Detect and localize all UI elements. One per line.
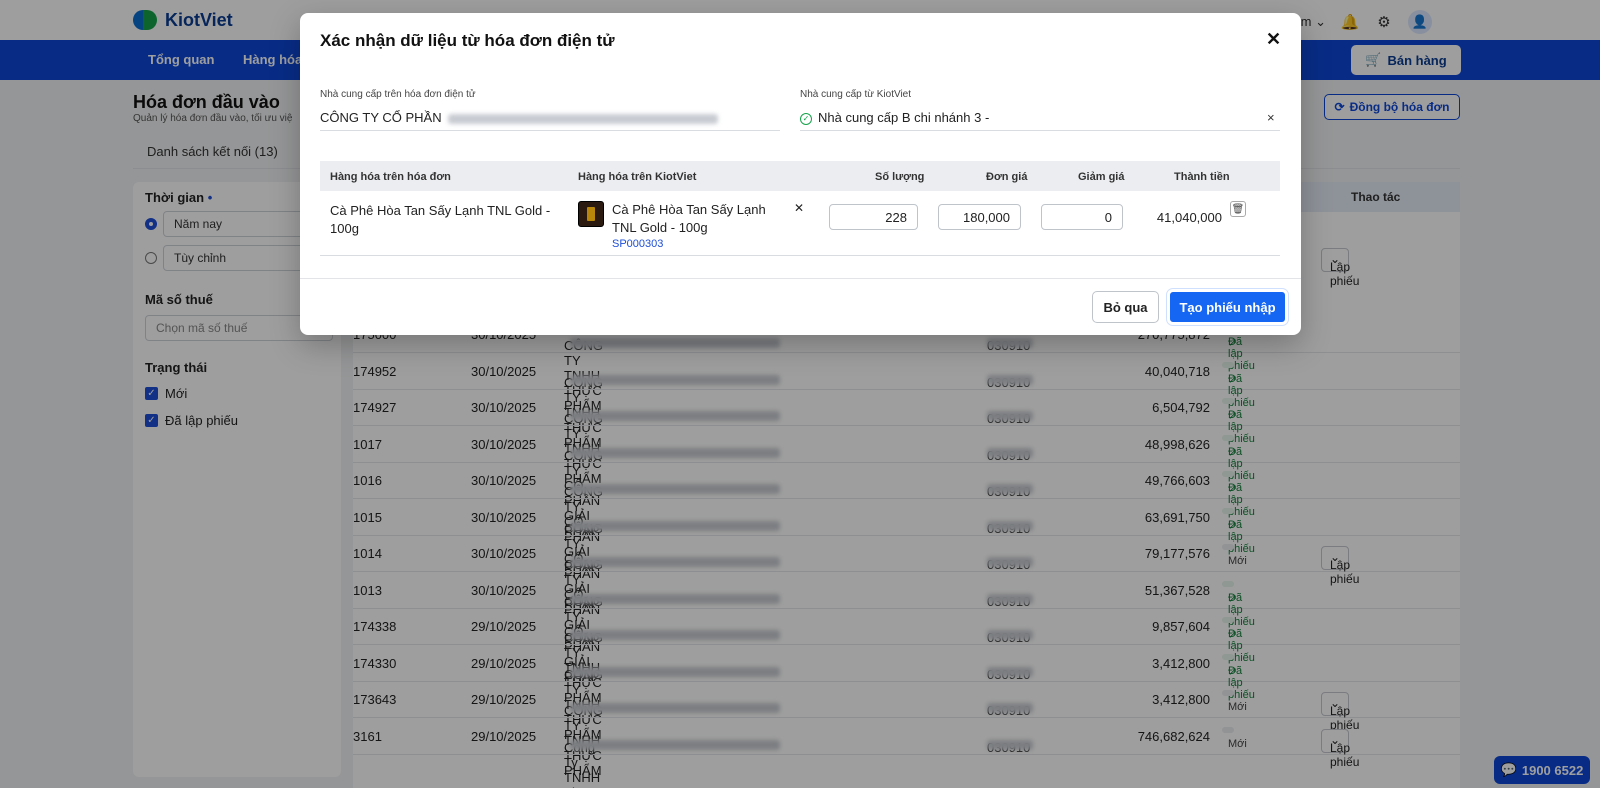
line-total: 41,040,000 <box>1156 210 1222 225</box>
kv-supplier-label: Nhà cung cấp từ KiotViet <box>800 89 912 100</box>
header-total: Thành tiền <box>1174 171 1230 183</box>
header-kv-item: Hàng hóa trên KiotViet <box>578 171 697 183</box>
invoice-item-name: Cà Phê Hòa Tan Sấy Lạnh TNL Gold - 100g <box>330 203 551 236</box>
modal-footer-divider <box>300 278 1301 279</box>
unit-price-input[interactable]: 180,000 <box>938 204 1021 230</box>
kv-item-name: Cà Phê Hòa Tan Sấy Lạnh TNL Gold - 100g <box>612 202 766 235</box>
header-qty: Số lượng <box>875 171 925 183</box>
product-sku-link[interactable]: SP000303 <box>612 238 663 250</box>
header-discount: Giảm giá <box>1078 171 1125 183</box>
skip-button[interactable]: Bỏ qua <box>1092 291 1159 323</box>
item-row: Cà Phê Hòa Tan Sấy Lạnh TNL Gold - 100g … <box>320 191 1280 256</box>
discount-input[interactable]: 0 <box>1041 204 1123 230</box>
check-circle-icon: ✓ <box>800 112 812 125</box>
remove-product-icon[interactable]: ✕ <box>794 199 804 217</box>
invoice-supplier-label: Nhà cung cấp trên hóa đơn điện tử <box>320 89 476 100</box>
quantity-input[interactable]: 228 <box>829 204 918 230</box>
header-price: Đơn giá <box>986 171 1028 183</box>
invoice-supplier-value: CÔNG TY CỔ PHẦN <box>320 110 718 125</box>
modal-title: Xác nhận dữ liệu từ hóa đơn điện tử <box>320 31 615 50</box>
kv-supplier-underline <box>800 130 1280 131</box>
clear-supplier-icon[interactable]: × <box>1267 110 1275 125</box>
trash-icon[interactable]: 🗑 <box>1230 201 1246 217</box>
product-thumbnail <box>578 201 604 227</box>
create-receipt-submit-button[interactable]: Tạo phiếu nhập <box>1166 288 1289 326</box>
invoice-supplier-underline <box>320 130 780 131</box>
kv-supplier-value[interactable]: ✓ Nhà cung cấp B chi nhánh 3 - <box>800 110 989 125</box>
items-table-header: Hàng hóa trên hóa đơn Hàng hóa trên Kiot… <box>320 161 1280 191</box>
close-icon[interactable]: ✕ <box>1266 29 1281 50</box>
confirm-invoice-modal: Xác nhận dữ liệu từ hóa đơn điện tử ✕ Nh… <box>300 13 1301 335</box>
header-invoice-item: Hàng hóa trên hóa đơn <box>330 171 451 183</box>
